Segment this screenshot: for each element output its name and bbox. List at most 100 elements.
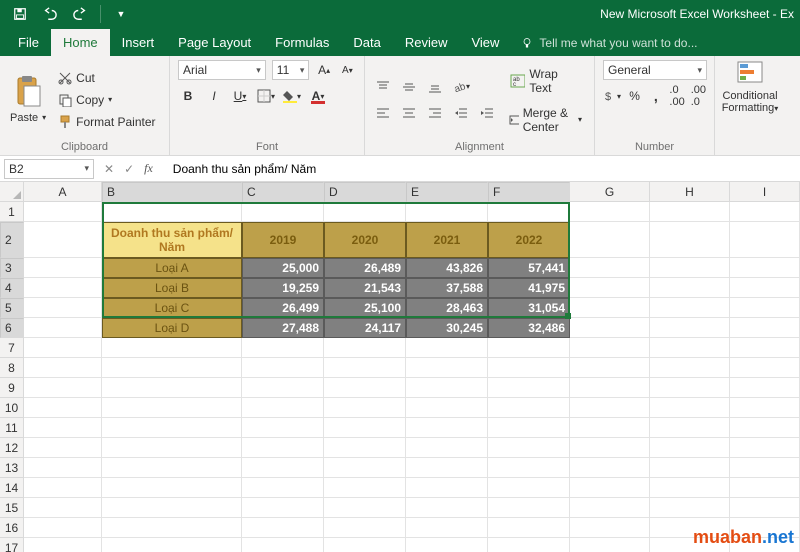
cell[interactable]: 2021 (406, 222, 488, 258)
cell[interactable] (242, 418, 324, 438)
cell[interactable]: Loại B (102, 278, 242, 298)
cell[interactable] (24, 498, 102, 518)
col-header[interactable]: D (324, 182, 406, 202)
comma-format-icon[interactable]: , (648, 86, 663, 106)
align-left-icon[interactable] (373, 103, 393, 123)
cell[interactable] (406, 378, 488, 398)
cell[interactable]: Doanh thu sản phẩm/ Năm (102, 222, 242, 258)
cell[interactable]: 2020 (324, 222, 406, 258)
percent-format-icon[interactable]: % (627, 86, 642, 106)
cell[interactable] (324, 398, 406, 418)
cell[interactable] (24, 298, 102, 318)
cell[interactable] (406, 498, 488, 518)
tell-me[interactable]: Tell me what you want to do... (511, 30, 707, 56)
row-header[interactable]: 10 (0, 398, 24, 418)
cell[interactable] (570, 278, 650, 298)
cell[interactable]: 2019 (242, 222, 324, 258)
bold-button[interactable]: B (178, 86, 198, 106)
cell[interactable]: 41,975 (488, 278, 570, 298)
cell[interactable] (324, 418, 406, 438)
cell[interactable] (406, 538, 488, 552)
cell[interactable] (24, 458, 102, 478)
cell[interactable]: 19,259 (242, 278, 324, 298)
cell[interactable] (650, 278, 730, 298)
font-color-button[interactable]: A▾ (308, 86, 328, 106)
cell[interactable]: 31,054 (488, 298, 570, 318)
cell[interactable] (242, 202, 324, 222)
cell[interactable] (102, 458, 242, 478)
select-all-corner[interactable] (0, 182, 24, 202)
worksheet-grid[interactable]: A B C D E F G H I 1234567891011121314151… (0, 182, 800, 552)
cell[interactable] (488, 338, 570, 358)
row-header[interactable]: 5 (0, 298, 24, 318)
cell[interactable] (570, 458, 650, 478)
cell[interactable] (570, 298, 650, 318)
increase-indent-icon[interactable] (477, 103, 497, 123)
cell[interactable] (730, 438, 800, 458)
row-header[interactable]: 14 (0, 478, 24, 498)
cell[interactable] (650, 318, 730, 338)
paste-icon[interactable] (14, 74, 42, 108)
cell[interactable] (24, 358, 102, 378)
cell[interactable]: 25,100 (324, 298, 406, 318)
tab-view[interactable]: View (459, 29, 511, 56)
cell[interactable] (730, 418, 800, 438)
col-header[interactable]: H (650, 182, 730, 202)
font-name-select[interactable]: Arial▾ (178, 60, 266, 80)
cell[interactable] (570, 518, 650, 538)
cell[interactable] (24, 418, 102, 438)
cell[interactable] (242, 438, 324, 458)
cell[interactable] (488, 518, 570, 538)
cell[interactable] (102, 398, 242, 418)
cell[interactable] (488, 398, 570, 418)
fill-color-button[interactable]: ▾ (282, 86, 302, 106)
shrink-font-icon[interactable]: A▾ (339, 60, 356, 80)
row-header[interactable]: 8 (0, 358, 24, 378)
cell[interactable]: 24,117 (324, 318, 406, 338)
cell[interactable] (730, 478, 800, 498)
cell[interactable] (24, 538, 102, 552)
cell[interactable] (102, 538, 242, 552)
cell[interactable] (24, 278, 102, 298)
cell[interactable] (324, 478, 406, 498)
row-header[interactable]: 16 (0, 518, 24, 538)
cell[interactable] (406, 478, 488, 498)
column-headers[interactable]: A B C D E F G H I (24, 182, 800, 202)
enter-formula-icon[interactable]: ✓ (124, 162, 134, 176)
cell[interactable] (488, 202, 570, 222)
cell[interactable] (102, 518, 242, 538)
col-header[interactable]: C (242, 182, 324, 202)
tab-formulas[interactable]: Formulas (263, 29, 341, 56)
cell[interactable] (488, 478, 570, 498)
cell[interactable] (24, 338, 102, 358)
cut-button[interactable]: Cut (56, 69, 157, 87)
fx-icon[interactable]: fx (144, 161, 159, 176)
italic-button[interactable]: I (204, 86, 224, 106)
cell[interactable] (730, 358, 800, 378)
cell[interactable] (488, 358, 570, 378)
col-header[interactable]: F (488, 182, 570, 202)
tab-review[interactable]: Review (393, 29, 460, 56)
cell[interactable] (24, 438, 102, 458)
col-header[interactable]: I (730, 182, 800, 202)
merge-center-button[interactable]: Merge & Center ▾ (505, 104, 586, 136)
cell[interactable] (24, 478, 102, 498)
cell[interactable]: 43,826 (406, 258, 488, 278)
tab-pagelayout[interactable]: Page Layout (166, 29, 263, 56)
cell[interactable] (406, 418, 488, 438)
cell[interactable] (488, 498, 570, 518)
tab-data[interactable]: Data (341, 29, 392, 56)
cell[interactable]: Loại D (102, 318, 242, 338)
cells-area[interactable]: Doanh thu sản phẩm/ Năm2019202020212022L… (24, 202, 800, 552)
cell[interactable] (102, 378, 242, 398)
increase-decimal-icon[interactable]: .0.00 (669, 86, 684, 106)
col-header[interactable]: G (570, 182, 650, 202)
cell[interactable] (324, 358, 406, 378)
cell[interactable] (102, 202, 242, 222)
cell[interactable] (102, 358, 242, 378)
cell[interactable] (570, 418, 650, 438)
cell[interactable] (242, 518, 324, 538)
row-header[interactable]: 3 (0, 258, 24, 278)
cell[interactable] (730, 458, 800, 478)
cell[interactable]: 32,486 (488, 318, 570, 338)
